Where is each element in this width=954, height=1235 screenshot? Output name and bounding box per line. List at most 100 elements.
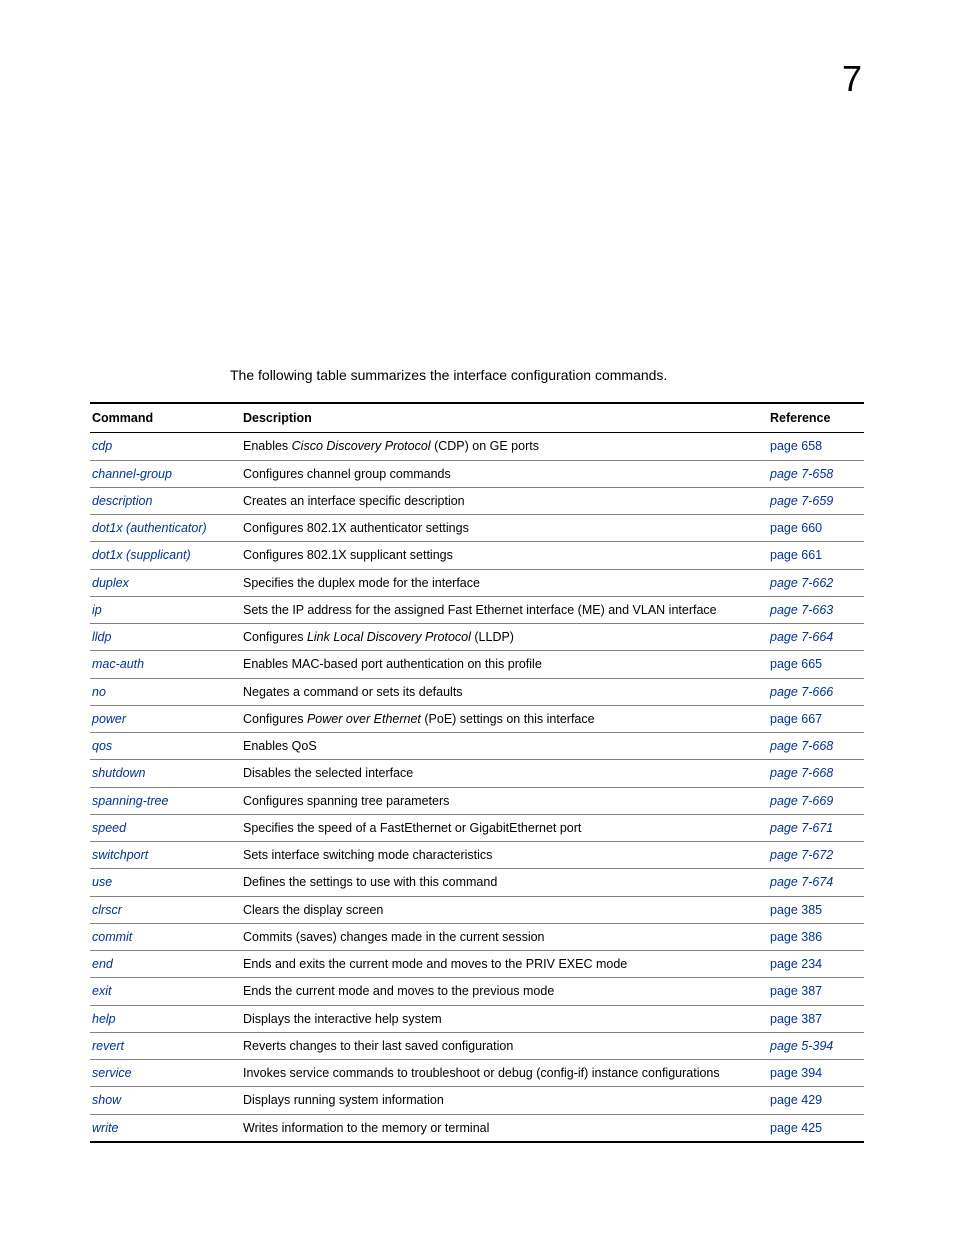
- command-link[interactable]: end: [92, 957, 113, 971]
- table-row: writeWrites information to the memory or…: [90, 1114, 864, 1142]
- reference-link[interactable]: page 387: [770, 984, 822, 998]
- description-cell: Configures channel group commands: [241, 460, 768, 487]
- command-link[interactable]: exit: [92, 984, 111, 998]
- reference-link[interactable]: page 7-668: [770, 766, 833, 780]
- description-cell: Enables Cisco Discovery Protocol (CDP) o…: [241, 433, 768, 460]
- command-link[interactable]: commit: [92, 930, 132, 944]
- reference-link[interactable]: page 394: [770, 1066, 822, 1080]
- table-row: clrscrClears the display screenpage 385: [90, 896, 864, 923]
- table-row: switchport Sets interface switching mode …: [90, 842, 864, 869]
- command-link[interactable]: speed: [92, 821, 126, 835]
- command-link[interactable]: mac-auth: [92, 657, 144, 671]
- reference-link[interactable]: page 7-674: [770, 875, 833, 889]
- reference-link[interactable]: page 7-659: [770, 494, 833, 508]
- description-cell: Negates a command or sets its defaults: [241, 678, 768, 705]
- command-link[interactable]: cdp: [92, 439, 112, 453]
- command-link[interactable]: dot1x (supplicant): [92, 548, 191, 562]
- description-text: Invokes service commands to troubleshoot…: [243, 1066, 720, 1080]
- command-link[interactable]: use: [92, 875, 112, 889]
- command-link[interactable]: power: [92, 712, 126, 726]
- command-link[interactable]: duplex: [92, 576, 129, 590]
- reference-link[interactable]: page 234: [770, 957, 822, 971]
- command-link[interactable]: help: [92, 1012, 116, 1026]
- description-text: Specifies the speed of a FastEthernet or…: [243, 821, 581, 835]
- command-link[interactable]: switchport: [92, 848, 148, 862]
- description-cell: Ends and exits the current mode and move…: [241, 951, 768, 978]
- description-text: Negates a command or sets its defaults: [243, 685, 463, 699]
- description-text: Specifies the duplex mode for the interf…: [243, 576, 480, 590]
- command-link[interactable]: description: [92, 494, 152, 508]
- command-link[interactable]: dot1x (authenticator): [92, 521, 207, 535]
- description-text: Configures: [243, 630, 307, 644]
- reference-link[interactable]: page 7-658: [770, 467, 833, 481]
- description-text: Creates an interface specific descriptio…: [243, 494, 465, 508]
- description-text: Enables QoS: [243, 739, 317, 753]
- reference-link[interactable]: page 5-394: [770, 1039, 833, 1053]
- command-link[interactable]: service: [92, 1066, 132, 1080]
- description-text: Configures spanning tree parameters: [243, 794, 449, 808]
- table-row: exitEnds the current mode and moves to t…: [90, 978, 864, 1005]
- table-row: dot1x (authenticator)Configures 802.1X a…: [90, 515, 864, 542]
- description-text: Defines the settings to use with this co…: [243, 875, 497, 889]
- reference-link[interactable]: page 7-668: [770, 739, 833, 753]
- description-text: Displays the interactive help system: [243, 1012, 442, 1026]
- reference-link[interactable]: page 429: [770, 1093, 822, 1107]
- command-link[interactable]: channel-group: [92, 467, 172, 481]
- description-text: Reverts changes to their last saved conf…: [243, 1039, 513, 1053]
- reference-link[interactable]: page 661: [770, 548, 822, 562]
- reference-link[interactable]: page 385: [770, 903, 822, 917]
- command-link[interactable]: lldp: [92, 630, 111, 644]
- table-row: mac-auth Enables MAC-based port authentic…: [90, 651, 864, 678]
- table-header-row: Command Description Reference: [90, 403, 864, 433]
- reference-link[interactable]: page 7-664: [770, 630, 833, 644]
- description-cell: Configures spanning tree parameters: [241, 787, 768, 814]
- command-link[interactable]: shutdown: [92, 766, 146, 780]
- command-link[interactable]: spanning-tree: [92, 794, 168, 808]
- reference-link[interactable]: page 667: [770, 712, 822, 726]
- command-link[interactable]: write: [92, 1121, 118, 1135]
- description-emphasis: Link Local Discovery Protocol: [307, 630, 471, 644]
- command-link[interactable]: qos: [92, 739, 112, 753]
- reference-link[interactable]: page 665: [770, 657, 822, 671]
- table-row: revert Reverts changes to their last save…: [90, 1032, 864, 1059]
- reference-link[interactable]: page 387: [770, 1012, 822, 1026]
- reference-link[interactable]: page 425: [770, 1121, 822, 1135]
- reference-link[interactable]: page 658: [770, 439, 822, 453]
- description-cell: Invokes service commands to troubleshoot…: [241, 1060, 768, 1087]
- table-row: help Displays the interactive help system…: [90, 1005, 864, 1032]
- description-cell: Enables MAC-based port authentication on…: [241, 651, 768, 678]
- description-cell: Commits (saves) changes made in the curr…: [241, 923, 768, 950]
- description-text: Sets interface switching mode characteri…: [243, 848, 492, 862]
- table-row: use Defines the settings to use with this…: [90, 869, 864, 896]
- chapter-number: 7: [842, 56, 862, 103]
- reference-link[interactable]: page 660: [770, 521, 822, 535]
- description-cell: Sets the IP address for the assigned Fas…: [241, 596, 768, 623]
- command-link[interactable]: no: [92, 685, 106, 699]
- command-link[interactable]: show: [92, 1093, 121, 1107]
- description-text: Enables: [243, 439, 292, 453]
- reference-link[interactable]: page 7-672: [770, 848, 833, 862]
- command-link[interactable]: ip: [92, 603, 102, 617]
- description-cell: Specifies the speed of a FastEthernet or…: [241, 814, 768, 841]
- description-cell: Disables the selected interface: [241, 760, 768, 787]
- description-cell: Creates an interface specific descriptio…: [241, 487, 768, 514]
- table-row: commit Commits (saves) changes made in th…: [90, 923, 864, 950]
- table-row: ip Sets the IP address for the assigned F…: [90, 596, 864, 623]
- reference-link[interactable]: page 7-666: [770, 685, 833, 699]
- command-link[interactable]: clrscr: [92, 903, 122, 917]
- reference-link[interactable]: page 7-662: [770, 576, 833, 590]
- reference-link[interactable]: page 7-671: [770, 821, 833, 835]
- description-text: Sets the IP address for the assigned Fas…: [243, 603, 717, 617]
- table-row: channel-group Configures channel group co…: [90, 460, 864, 487]
- description-emphasis: Cisco Discovery Protocol: [292, 439, 431, 453]
- description-emphasis: Power over Ethernet: [307, 712, 421, 726]
- description-cell: Specifies the duplex mode for the interf…: [241, 569, 768, 596]
- reference-link[interactable]: page 7-669: [770, 794, 833, 808]
- col-header-description: Description: [241, 403, 768, 433]
- reference-link[interactable]: page 7-663: [770, 603, 833, 617]
- reference-link[interactable]: page 386: [770, 930, 822, 944]
- description-cell: Sets interface switching mode characteri…: [241, 842, 768, 869]
- description-text: Disables the selected interface: [243, 766, 413, 780]
- command-link[interactable]: revert: [92, 1039, 124, 1053]
- table-row: showDisplays running system informationp…: [90, 1087, 864, 1114]
